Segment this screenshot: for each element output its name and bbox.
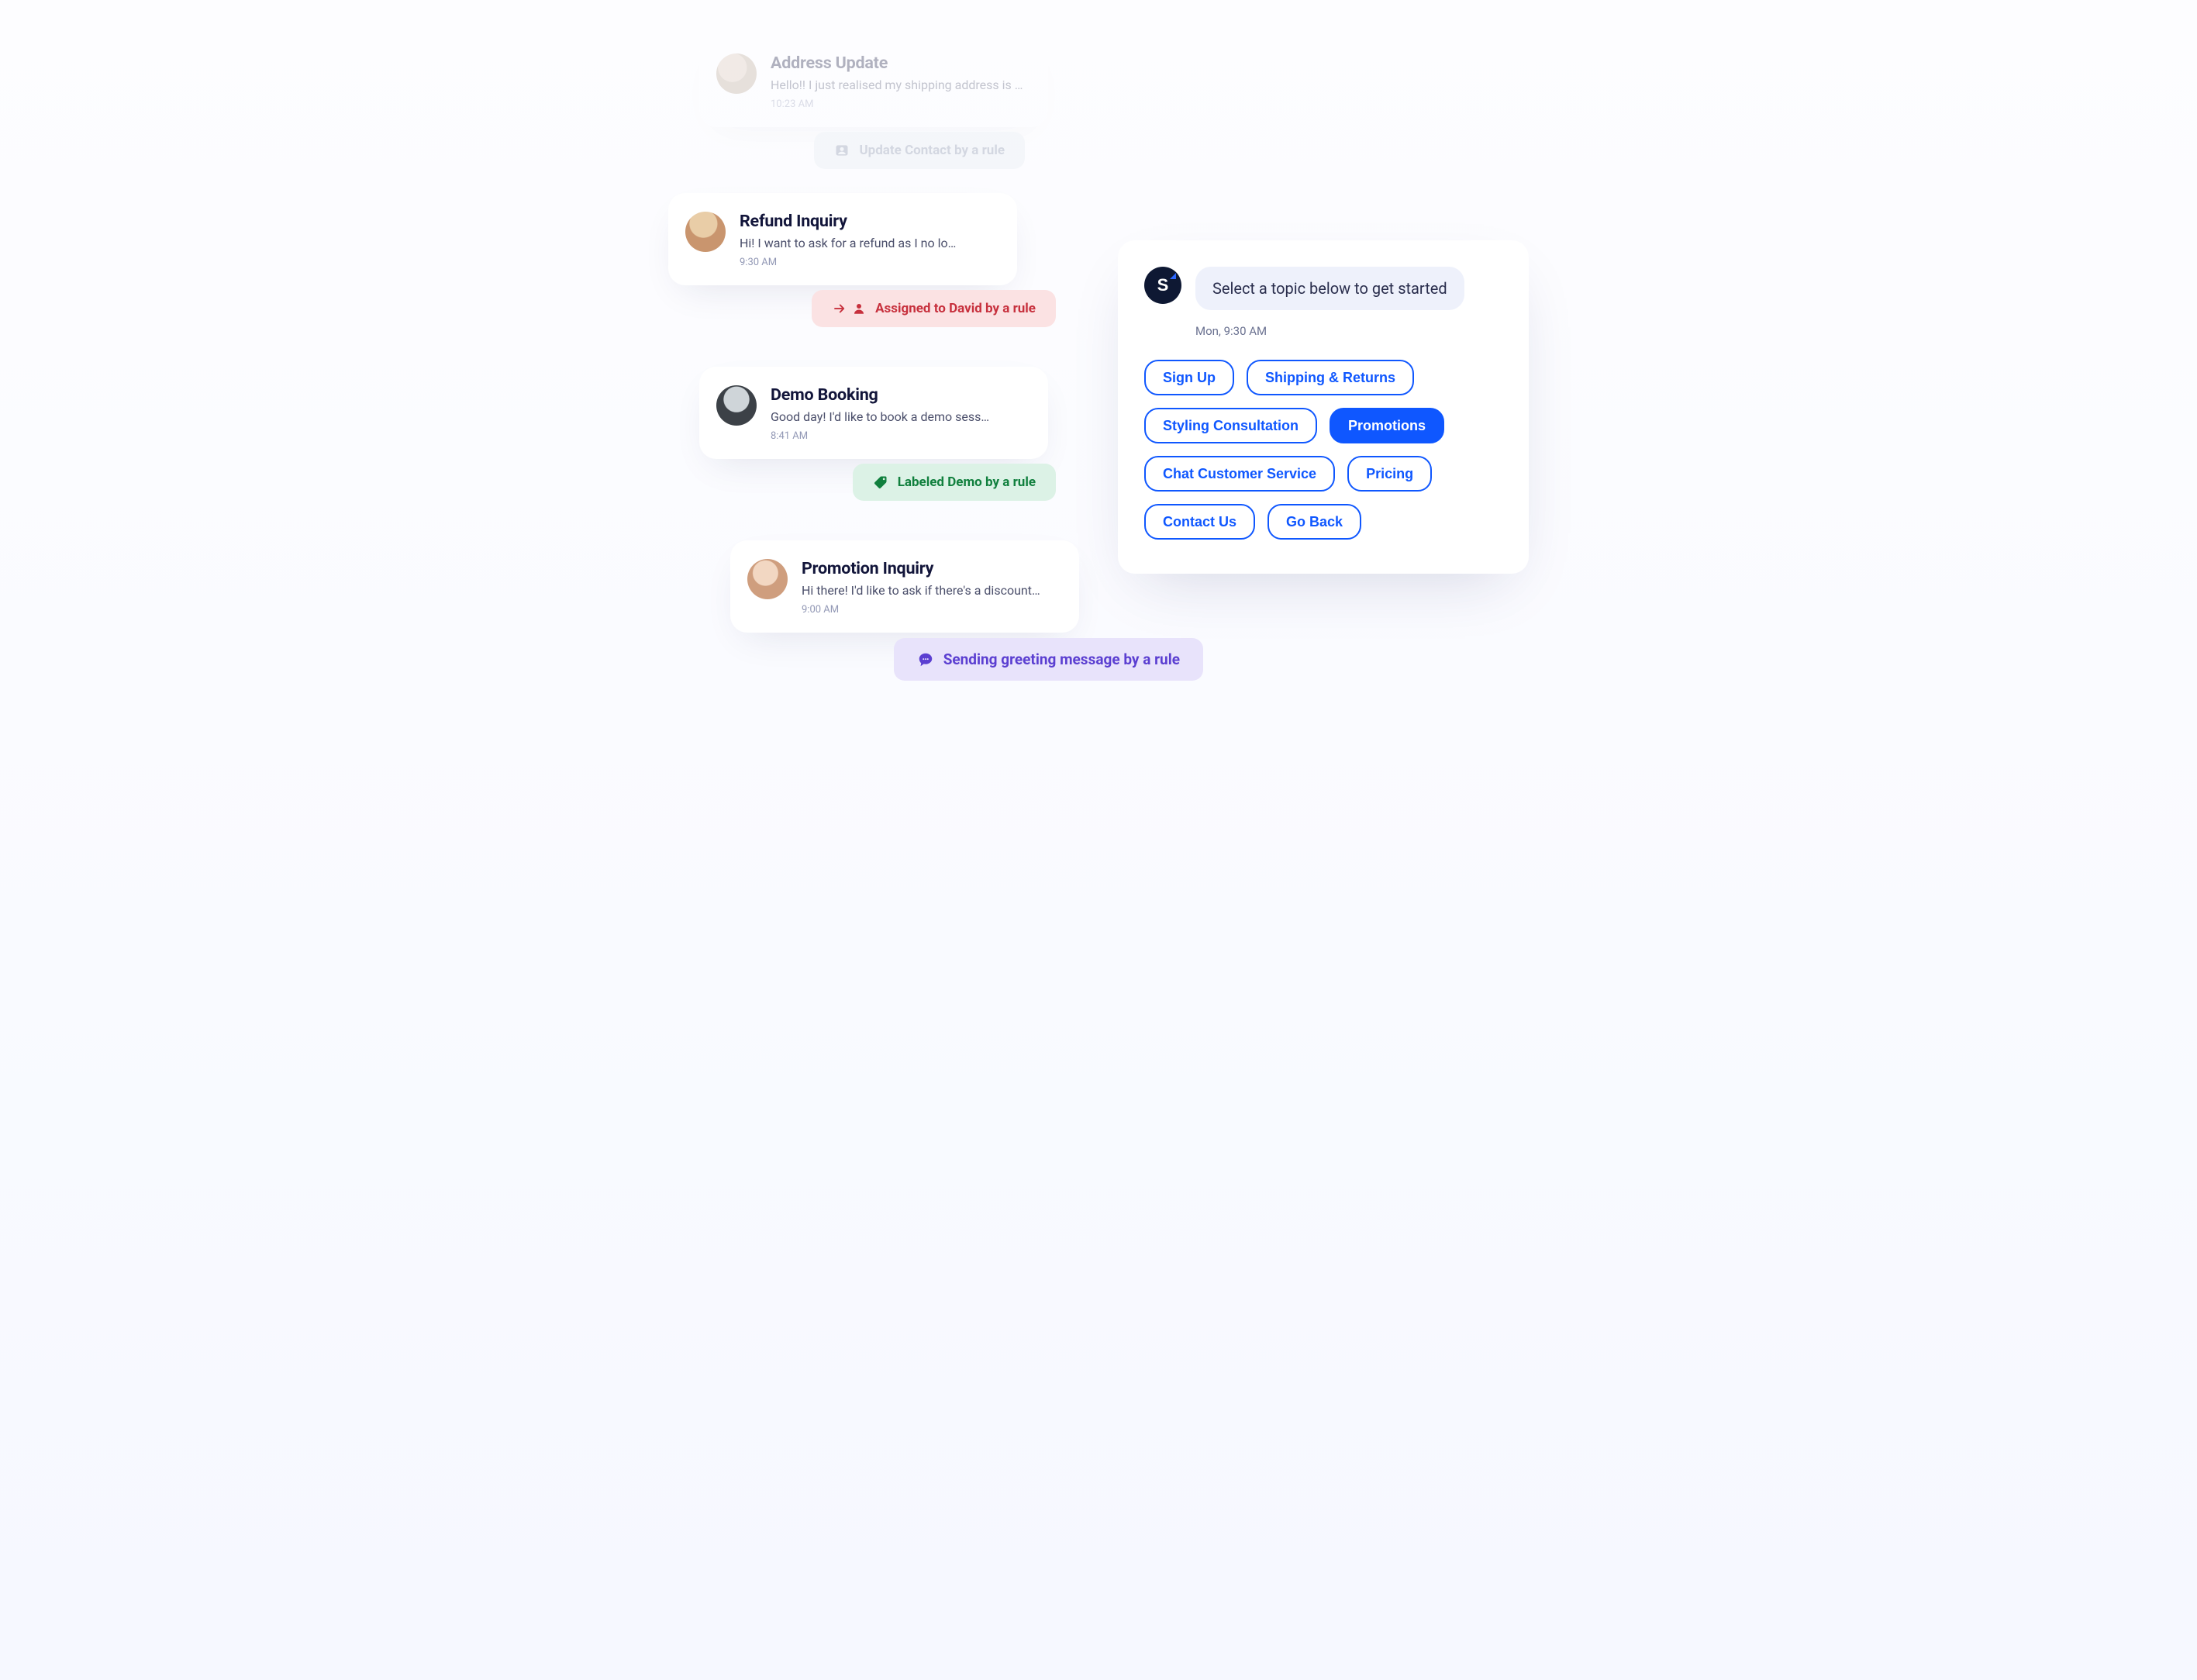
- avatar: [716, 53, 757, 94]
- rule-badge-label: Assigned to David by a rule: [875, 301, 1036, 316]
- conversation-snippet: Good day! I'd like to book a demo sess…: [771, 409, 1025, 424]
- topic-option[interactable]: Contact Us: [1144, 504, 1255, 540]
- rule-badge-label: Update Contact by a rule: [859, 143, 1005, 158]
- conversation-card[interactable]: Promotion Inquiry Hi there! I'd like to …: [730, 540, 1079, 633]
- avatar: [747, 559, 788, 599]
- avatar: [716, 385, 757, 426]
- conversation-time: 9:00 AM: [802, 604, 1056, 616]
- rule-badge-greeting: Sending greeting message by a rule: [894, 638, 1203, 681]
- conversation-card[interactable]: Refund Inquiry Hi! I want to ask for a r…: [668, 193, 1017, 285]
- arrow-right-icon: [832, 302, 847, 316]
- conversation-title: Refund Inquiry: [740, 212, 994, 231]
- prompt-bubble: Select a topic below to get started: [1195, 267, 1464, 310]
- prompt-text: Select a topic below to get started: [1212, 279, 1447, 298]
- brand-letter: S: [1157, 275, 1169, 295]
- conversation-time: 8:41 AM: [771, 430, 1025, 442]
- contact-card-icon: [834, 143, 850, 158]
- topic-option[interactable]: Shipping & Returns: [1247, 360, 1414, 395]
- avatar: [685, 212, 726, 252]
- chat-bubble-icon: [917, 651, 934, 668]
- topic-option[interactable]: Chat Customer Service: [1144, 456, 1335, 492]
- conversation-list: Address Update Hello!! I just realised m…: [668, 35, 1164, 714]
- rule-badge-labeled: Labeled Demo by a rule: [853, 464, 1056, 501]
- brand-avatar: S: [1144, 267, 1181, 304]
- tag-icon: [873, 474, 888, 490]
- topic-option[interactable]: Pricing: [1347, 456, 1432, 492]
- prompt-timestamp: Mon, 9:30 AM: [1195, 324, 1502, 338]
- topic-option[interactable]: Styling Consultation: [1144, 408, 1317, 443]
- topic-option[interactable]: Go Back: [1268, 504, 1361, 540]
- rule-badge-assigned: Assigned to David by a rule: [812, 290, 1056, 327]
- conversation-title: Address Update: [771, 53, 1025, 73]
- conversation-card[interactable]: Address Update Hello!! I just realised m…: [699, 35, 1048, 127]
- rule-badge-update-contact: Update Contact by a rule: [814, 132, 1025, 169]
- conversation-snippet: Hi there! I'd like to ask if there's a d…: [802, 583, 1056, 598]
- conversation-title: Demo Booking: [771, 385, 1025, 405]
- conversation-snippet: Hello!! I just realised my shipping addr…: [771, 78, 1025, 92]
- topic-selector-card: S Select a topic below to get started Mo…: [1118, 240, 1529, 574]
- conversation-time: 10:23 AM: [771, 98, 1025, 110]
- rule-badge-label: Sending greeting message by a rule: [943, 650, 1180, 668]
- conversation-snippet: Hi! I want to ask for a refund as I no l…: [740, 236, 994, 250]
- topic-option[interactable]: Sign Up: [1144, 360, 1234, 395]
- conversation-title: Promotion Inquiry: [802, 559, 1056, 578]
- conversation-card[interactable]: Demo Booking Good day! I'd like to book …: [699, 367, 1048, 459]
- conversation-time: 9:30 AM: [740, 257, 994, 268]
- person-icon: [852, 302, 866, 316]
- topic-option[interactable]: Promotions: [1330, 408, 1444, 443]
- rule-badge-label: Labeled Demo by a rule: [898, 474, 1036, 490]
- topic-options: Sign Up Shipping & Returns Styling Consult…: [1144, 360, 1502, 540]
